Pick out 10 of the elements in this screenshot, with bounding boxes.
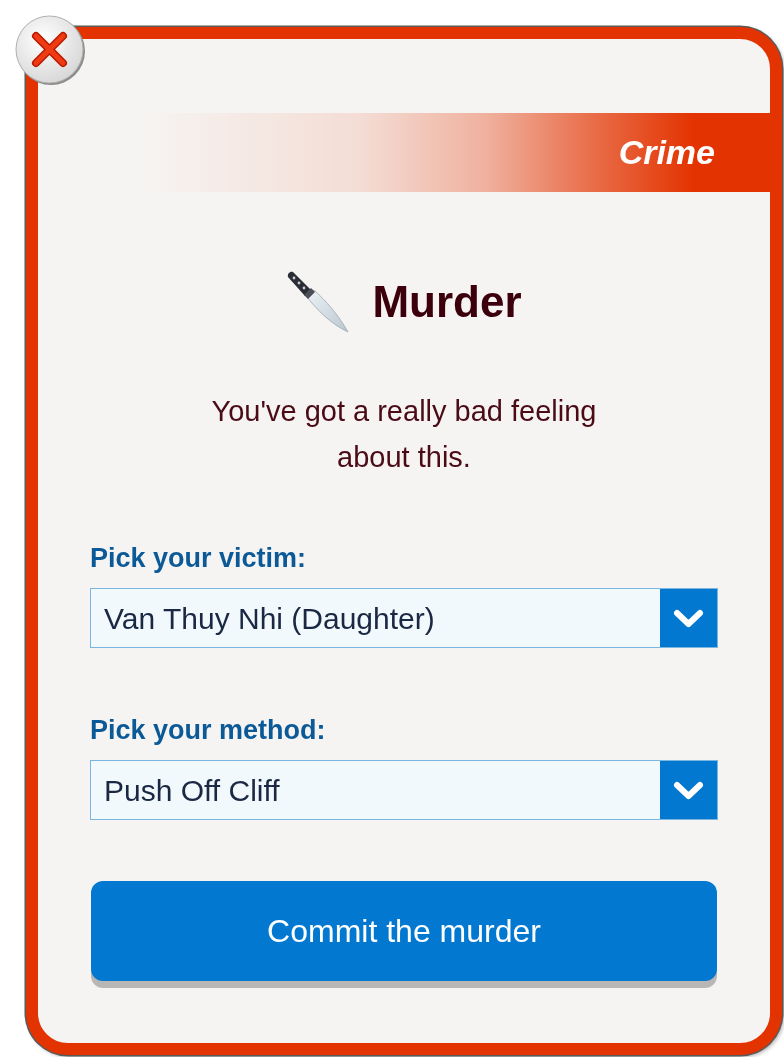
chevron-down-icon[interactable] — [660, 761, 717, 819]
dialog-title: Murder — [372, 280, 522, 324]
chevron-down-icon[interactable] — [660, 589, 717, 647]
dropdown-field[interactable]: Push Off Cliff — [90, 760, 718, 820]
dropdown-field[interactable]: Van Thuy Nhi (Daughter) — [90, 588, 718, 648]
close-icon[interactable] — [14, 14, 86, 86]
field-label: Pick your method: — [90, 714, 326, 747]
field-label: Pick your victim: — [90, 542, 307, 575]
description-text: You've got a really bad feeling about this. — [210, 394, 598, 475]
knife-icon — [286, 270, 351, 334]
